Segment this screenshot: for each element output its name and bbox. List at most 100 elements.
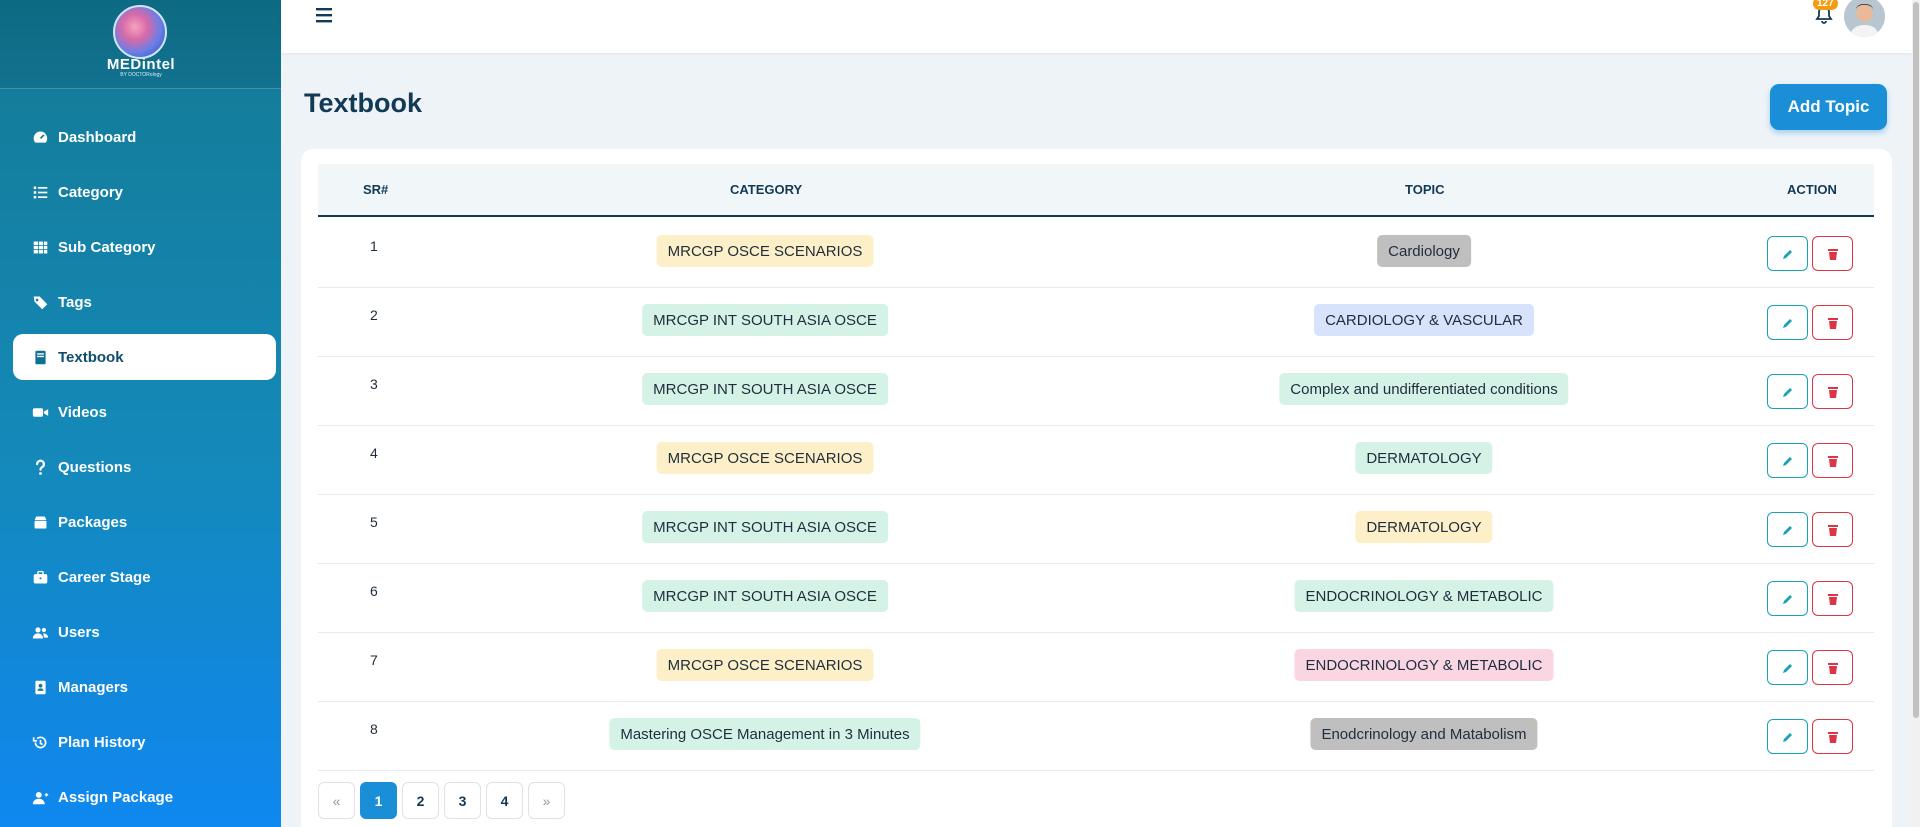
header-topic: TOPIC (1405, 182, 1445, 197)
pencil-icon (1782, 732, 1792, 742)
sidebar-item-packages[interactable]: Packages (13, 499, 276, 545)
row-sr: 6 (370, 583, 378, 599)
sidebar-item-label: Textbook (58, 348, 124, 366)
edit-button[interactable] (1767, 650, 1808, 685)
category-pill: MRCGP INT SOUTH ASIA OSCE (642, 304, 888, 336)
next-page-button[interactable]: » (528, 782, 565, 819)
edit-button[interactable] (1767, 374, 1808, 409)
edit-button[interactable] (1767, 719, 1808, 754)
brain-logo-icon (113, 5, 167, 59)
sidebar-item-tags[interactable]: Tags (13, 279, 276, 325)
trash-icon (1827, 593, 1838, 605)
box-icon (30, 512, 50, 532)
category-pill: Mastering OSCE Management in 3 Minutes (609, 718, 921, 750)
page-button-3[interactable]: 3 (444, 782, 481, 819)
user-plus-icon (30, 787, 50, 807)
category-pill: MRCGP OSCE SCENARIOS (656, 442, 874, 474)
header-action: ACTION (1787, 182, 1837, 197)
tags-icon (30, 292, 50, 312)
trash-icon (1827, 455, 1838, 467)
table-row: 2 MRCGP INT SOUTH ASIA OSCE CARDIOLOGY &… (318, 288, 1874, 357)
logo-area: MEDintel BY DOCTORology (0, 0, 281, 89)
brand-tagline: BY DOCTORology (120, 72, 162, 78)
sidebar-item-assign-package[interactable]: Assign Package (13, 774, 276, 820)
list-icon (30, 182, 50, 202)
sidebar-item-dashboard[interactable]: Dashboard (13, 114, 276, 160)
topic-pill: CARDIOLOGY & VASCULAR (1314, 304, 1534, 336)
table-row: 3 MRCGP INT SOUTH ASIA OSCE Complex and … (318, 357, 1874, 426)
pencil-icon (1782, 387, 1792, 397)
hamburger-menu-icon[interactable] (313, 4, 335, 26)
sidebar-item-sub-category[interactable]: Sub Category (13, 224, 276, 270)
users-icon (30, 622, 50, 642)
topic-pill: Cardiology (1377, 235, 1471, 267)
sidebar-item-label: Dashboard (58, 128, 137, 146)
page-button-4[interactable]: 4 (486, 782, 523, 819)
sidebar-item-videos[interactable]: Videos (13, 389, 276, 435)
header-category: CATEGORY (730, 182, 803, 197)
delete-button[interactable] (1812, 236, 1853, 271)
edit-button[interactable] (1767, 512, 1808, 547)
delete-button[interactable] (1812, 581, 1853, 616)
video-icon (30, 402, 50, 422)
table-row: 5 MRCGP INT SOUTH ASIA OSCE DERMATOLOGY (318, 495, 1874, 564)
add-topic-button[interactable]: Add Topic (1770, 84, 1887, 130)
edit-button[interactable] (1767, 581, 1808, 616)
delete-button[interactable] (1812, 374, 1853, 409)
page-button-2[interactable]: 2 (402, 782, 439, 819)
trash-icon (1827, 662, 1838, 674)
table-header: SR# CATEGORY TOPIC ACTION (318, 164, 1874, 217)
edit-button[interactable] (1767, 236, 1808, 271)
grid-icon (30, 237, 50, 257)
sidebar: MEDintel BY DOCTORology Dashboard Catego… (0, 0, 281, 827)
question-icon (30, 457, 50, 477)
sidebar-item-users[interactable]: Users (13, 609, 276, 655)
page-button-1[interactable]: 1 (360, 782, 397, 819)
category-pill: MRCGP OSCE SCENARIOS (656, 235, 874, 267)
pencil-icon (1782, 594, 1792, 604)
row-sr: 8 (370, 721, 378, 737)
sidebar-item-label: Plan History (58, 733, 146, 751)
briefcase-icon (30, 567, 50, 587)
topic-pill: ENDOCRINOLOGY & METABOLIC (1294, 649, 1554, 681)
category-pill: MRCGP INT SOUTH ASIA OSCE (642, 580, 888, 612)
sidebar-item-label: Career Stage (58, 568, 151, 586)
sidebar-item-questions[interactable]: Questions (13, 444, 276, 490)
delete-button[interactable] (1812, 719, 1853, 754)
page-title: Textbook (304, 88, 423, 118)
pagination: « 1 2 3 4 » (318, 782, 565, 819)
delete-button[interactable] (1812, 512, 1853, 547)
sidebar-item-career-stage[interactable]: Career Stage (13, 554, 276, 600)
trash-icon (1827, 524, 1838, 536)
edit-button[interactable] (1767, 305, 1808, 340)
delete-button[interactable] (1812, 650, 1853, 685)
row-sr: 2 (370, 307, 378, 323)
prev-page-button[interactable]: « (318, 782, 355, 819)
topic-pill: ENDOCRINOLOGY & METABOLIC (1294, 580, 1554, 612)
scrollbar-thumb[interactable] (1913, 2, 1919, 718)
row-sr: 5 (370, 514, 378, 530)
table-row: 1 MRCGP OSCE SCENARIOS Cardiology (318, 219, 1874, 288)
row-sr: 7 (370, 652, 378, 668)
history-icon (30, 732, 50, 752)
sidebar-item-category[interactable]: Category (13, 169, 276, 215)
top-bar: 127 (281, 0, 1912, 53)
row-sr: 3 (370, 376, 378, 392)
sidebar-item-label: Assign Package (58, 788, 174, 806)
sidebar-item-plan-history[interactable]: Plan History (13, 719, 276, 765)
pencil-icon (1782, 318, 1792, 328)
edit-button[interactable] (1767, 443, 1808, 478)
row-sr: 1 (370, 238, 378, 254)
avatar[interactable] (1844, 0, 1885, 37)
sidebar-item-textbook[interactable]: Textbook (13, 334, 276, 380)
pencil-icon (1782, 663, 1792, 673)
delete-button[interactable] (1812, 305, 1853, 340)
topic-pill: Enodcrinology and Matabolism (1310, 718, 1538, 750)
trash-icon (1827, 317, 1838, 329)
brand-name: MEDintel (106, 56, 176, 73)
trash-icon (1827, 248, 1838, 260)
sidebar-item-managers[interactable]: Managers (13, 664, 276, 710)
header-sr: SR# (363, 182, 389, 197)
dashboard-icon (30, 127, 50, 147)
delete-button[interactable] (1812, 443, 1853, 478)
